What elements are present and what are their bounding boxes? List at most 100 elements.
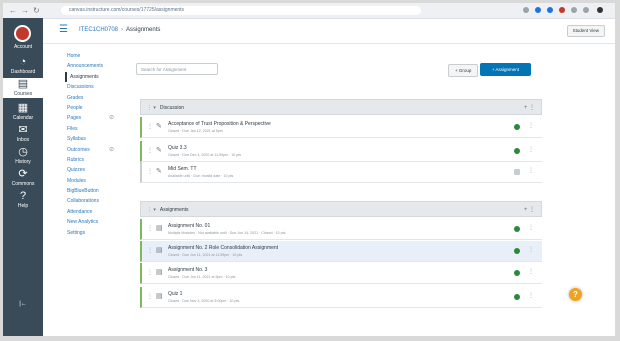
assignment-title-link[interactable]: Assignment No. 3 xyxy=(168,267,207,273)
drag-handle-icon[interactable]: ⋮ xyxy=(147,269,153,276)
course-nav-item[interactable]: Attendance xyxy=(65,207,125,217)
kebab-menu-icon[interactable]: ⋮ xyxy=(528,122,534,129)
address-bar[interactable]: canvas.instructure.com/courses/17725/ass… xyxy=(61,6,421,15)
course-nav-item[interactable]: Pages ⊘ xyxy=(65,113,125,123)
kebab-menu-icon[interactable]: ⋮ xyxy=(528,292,534,299)
global-nav-help[interactable]: ? Help xyxy=(3,190,43,210)
unpublished-icon[interactable] xyxy=(514,169,520,175)
global-nav-account[interactable]: Account xyxy=(3,43,43,50)
global-nav-calendar[interactable]: ▦ Calendar xyxy=(3,102,43,122)
group-options-icon[interactable]: + ⋮ xyxy=(524,202,535,218)
global-nav-dashboard[interactable]: ◔ Dashboard xyxy=(3,56,43,76)
assignment-title-link[interactable]: Mid Sem. TT xyxy=(168,166,197,172)
group-options-icon[interactable]: + ⋮ xyxy=(524,100,535,116)
profile-avatar[interactable] xyxy=(597,7,603,13)
course-nav-item[interactable]: Collaborations xyxy=(65,196,125,206)
assignment-group-header[interactable]: ⋮ ▾ Assignments + ⋮ xyxy=(140,201,542,217)
assignment-title-link[interactable]: Quiz 1 xyxy=(168,291,182,297)
hidden-eye-icon: ⊘ xyxy=(109,115,115,122)
extension-icon[interactable] xyxy=(571,7,577,13)
published-icon[interactable] xyxy=(514,270,520,276)
course-nav-item[interactable]: Discussions xyxy=(65,82,125,92)
published-icon[interactable] xyxy=(514,226,520,232)
drag-handle-icon[interactable]: ⋮ xyxy=(147,225,153,232)
help-button[interactable]: ? xyxy=(569,288,582,301)
global-nav-label: Inbox xyxy=(16,137,30,143)
published-icon[interactable] xyxy=(514,294,520,300)
assignment-row[interactable]: ⋮ ▤ Assignment No. 3 Closed · Due Jun 11, 2… xyxy=(140,263,542,284)
kebab-menu-icon[interactable]: ⋮ xyxy=(528,146,534,153)
assignment-title-link[interactable]: Quiz 3.3 xyxy=(168,145,187,151)
assignment-meta: Closed · Due Jan 12, 2021 at 5pm xyxy=(168,129,223,133)
drag-handle-icon[interactable]: ⋮ xyxy=(147,168,153,175)
assignment-meta: Closed · Due Nov 3, 2020 at 5:00pm · 10 … xyxy=(168,299,240,303)
published-icon[interactable] xyxy=(514,124,520,130)
extension-icon[interactable] xyxy=(559,7,565,13)
reload-icon[interactable]: ↻ xyxy=(33,6,40,15)
add-group-button[interactable]: + Group xyxy=(448,64,479,77)
commons-icon: ⟳ xyxy=(18,168,28,180)
course-nav-item[interactable]: Settings xyxy=(65,228,125,238)
extension-icon[interactable] xyxy=(523,7,529,13)
collapse-nav-button[interactable]: |← xyxy=(3,300,43,307)
course-nav-label: Collaborations xyxy=(67,198,99,205)
assignment-group-header[interactable]: ⋮ ▾ Discussion + ⋮ xyxy=(140,99,542,115)
drag-handle-icon[interactable]: ⋮ xyxy=(147,147,153,154)
collapse-icon: |← xyxy=(19,301,27,307)
student-view-button[interactable]: Student View xyxy=(566,25,605,37)
page-header: ☰ ITEC1CH0708 › Assignments Student View xyxy=(43,18,615,44)
course-nav-item[interactable]: Syllabus xyxy=(65,134,125,144)
course-nav-item[interactable]: Home xyxy=(65,51,125,61)
assignment-title-link[interactable]: Assignment No. 2 Role Consolidation Assi… xyxy=(168,245,278,251)
drag-handle-icon[interactable]: ⋮ xyxy=(147,123,153,130)
assignment-title-link[interactable]: Assignment No. 01 xyxy=(168,223,210,229)
course-nav-item[interactable]: New Analytics xyxy=(65,217,125,227)
published-icon[interactable] xyxy=(514,148,520,154)
breadcrumb-course-link[interactable]: ITEC1CH0708 xyxy=(79,27,118,33)
course-nav-item[interactable]: Grades xyxy=(65,93,125,103)
extension-icon[interactable] xyxy=(535,7,541,13)
course-nav-item[interactable]: BigBlueButton xyxy=(65,186,125,196)
kebab-menu-icon[interactable]: ⋮ xyxy=(528,246,534,253)
assignment-icon: ✎ xyxy=(156,168,162,175)
course-nav-item[interactable]: Outcomes ⊘ xyxy=(65,145,125,155)
course-nav-item[interactable]: Assignments xyxy=(65,71,125,83)
course-nav-item[interactable]: Rubrics xyxy=(65,155,125,165)
assignment-row[interactable]: ⋮ ✎ Mid Sem. TT Available until · Due: Inva… xyxy=(140,162,542,183)
global-nav-history[interactable]: ◷ History xyxy=(3,146,43,166)
extension-icon[interactable] xyxy=(547,7,553,13)
course-nav-item[interactable]: Announcements xyxy=(65,61,125,71)
assignment-row[interactable]: ⋮ ▤ Quiz 1 Closed · Due Nov 3, 2020 at 5:00… xyxy=(140,287,542,308)
assignment-row[interactable]: ⋮ ✎ Quiz 3.3 Closed · Due Dec 4, 2020 at 11… xyxy=(140,141,542,162)
assignment-row[interactable]: ⋮ ▤ Assignment No. 2 Role Consolidation As… xyxy=(140,241,542,262)
breadcrumb-separator: › xyxy=(121,27,124,33)
kebab-menu-icon[interactable]: ⋮ xyxy=(528,224,534,231)
account-avatar[interactable] xyxy=(14,25,31,42)
back-icon[interactable]: ← xyxy=(9,6,17,15)
search-input[interactable]: Search for Assignment xyxy=(136,63,218,75)
course-nav-item[interactable]: Modules xyxy=(65,176,125,186)
global-nav-label: Calendar xyxy=(12,115,34,121)
global-nav-inbox[interactable]: ✉ Inbox xyxy=(3,124,43,144)
course-nav-item[interactable]: Quizzes xyxy=(65,165,125,175)
global-nav-commons[interactable]: ⟳ Commons xyxy=(3,168,43,188)
drag-handle-icon[interactable]: ⋮ xyxy=(147,247,153,254)
drag-handle-icon[interactable]: ⋮ xyxy=(147,293,153,300)
add-assignment-button[interactable]: + Assignment xyxy=(480,63,531,76)
hidden-eye-icon: ⊘ xyxy=(109,146,115,153)
assignment-title-link[interactable]: Acceptance of Trust Proposition & Perspe… xyxy=(168,121,271,127)
global-nav-courses[interactable]: ▤ Courses xyxy=(3,78,43,98)
chevron-down-icon[interactable]: ⋮ ▾ xyxy=(147,207,156,213)
extension-icon[interactable] xyxy=(583,7,589,13)
course-nav-item[interactable]: People xyxy=(65,103,125,113)
forward-icon[interactable]: → xyxy=(21,6,29,15)
published-icon[interactable] xyxy=(514,248,520,254)
kebab-menu-icon[interactable]: ⋮ xyxy=(528,268,534,275)
app-frame: ← → ↻ canvas.instructure.com/courses/177… xyxy=(3,3,615,336)
chevron-down-icon[interactable]: ⋮ ▾ xyxy=(147,105,156,111)
hamburger-icon[interactable]: ☰ xyxy=(59,24,68,35)
kebab-menu-icon[interactable]: ⋮ xyxy=(528,167,534,174)
assignment-row[interactable]: ⋮ ▤ Assignment No. 01 Multiple Modules · No… xyxy=(140,219,542,240)
course-nav-item[interactable]: Files xyxy=(65,124,125,134)
assignment-row[interactable]: ⋮ ✎ Acceptance of Trust Proposition & Pers… xyxy=(140,117,542,138)
